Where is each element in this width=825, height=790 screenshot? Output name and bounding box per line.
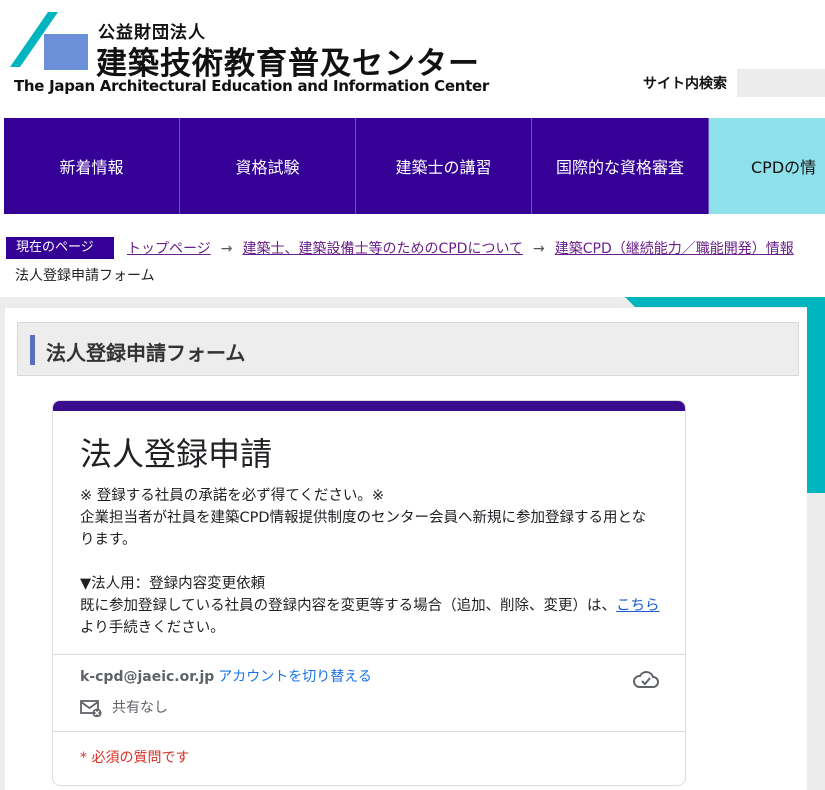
breadcrumb-trail: トップページ → 建築士、建築設備士等のためのCPDについて → 建築CPD（継続能力／… <box>127 238 794 258</box>
breadcrumb-current: 法人登録申請フォーム <box>15 268 155 284</box>
org-name-en: The Japan Architectural Education and In… <box>14 77 489 95</box>
breadcrumb-badge: 現在のページ <box>6 237 114 259</box>
breadcrumb-arrow-icon: → <box>533 241 545 257</box>
logo-mark[interactable] <box>10 12 88 72</box>
form-desc-line: ▼法人用：登録内容変更依頼 <box>80 576 266 592</box>
breadcrumb-link-cpd-info[interactable]: 建築CPD（継続能力／職能開発）情報 <box>555 241 794 257</box>
account-row: k-cpd@jaeic.or.jp アカウントを切り替える <box>80 666 372 686</box>
form-card: 法人登録申請 ※ 登録する社員の承諾を必ず得てください。※ 企業担当者が社員を建… <box>52 400 686 786</box>
form-desc-text: より手続きください。 <box>80 620 225 636</box>
form-desc-line: 既に参加登録している社員の登録内容を変更等する場合（追加、削除、変更）は、こちら… <box>80 595 660 639</box>
required-note: * 必須の質問です <box>80 750 190 766</box>
nav-item-architect-courses[interactable]: 建築士の講習 <box>356 118 532 214</box>
site-header: 公益財団法人 建築技術教育普及センター The Japan Architectu… <box>0 0 825 118</box>
breadcrumb-link-cpd-about[interactable]: 建築士、建築設備士等のためのCPDについて <box>242 241 523 257</box>
divider <box>53 654 685 655</box>
form-desc-line: 企業担当者が社員を建築CPD情報提供制度のセンター会員へ新規に参加登録する用とな… <box>80 510 647 548</box>
breadcrumb-link-top[interactable]: トップページ <box>127 241 211 257</box>
site-search-input[interactable] <box>737 69 825 97</box>
page-heading: 法人登録申請フォーム <box>17 322 799 376</box>
cloud-saved-icon[interactable] <box>633 669 659 691</box>
nav-item-news[interactable]: 新着情報 <box>4 118 180 214</box>
nav-item-international-review[interactable]: 国際的な資格審査 <box>532 118 709 214</box>
nav-item-exams[interactable]: 資格試験 <box>180 118 356 214</box>
form-title: 法人登録申請 <box>80 435 273 473</box>
global-nav: 新着情報 資格試験 建築士の講習 国際的な資格審査 CPDの情 <box>4 118 825 214</box>
switch-account-link[interactable]: アカウントを切り替える <box>218 669 372 685</box>
search-label: サイト内検索 <box>643 76 727 92</box>
page-title: 法人登録申請フォーム <box>46 341 246 365</box>
form-description: ※ 登録する社員の承諾を必ず得てください。※ 企業担当者が社員を建築CPD情報提… <box>80 485 660 639</box>
breadcrumb-arrow-icon: → <box>220 241 233 257</box>
breadcrumb: 現在のページ トップページ → 建築士、建築設備士等のためのCPDについて → 建築CP… <box>0 232 825 288</box>
heading-accent-bar <box>30 335 35 365</box>
form-desc-line: ※ 登録する社員の承諾を必ず得てください。※ <box>80 488 384 504</box>
form-desc-text: 既に参加登録している社員の登録内容を変更等する場合（追加、削除、変更）は、 <box>80 598 617 614</box>
share-status-row: 共有なし <box>80 697 168 717</box>
divider <box>53 731 685 732</box>
change-request-link[interactable]: こちら <box>616 598 660 614</box>
share-status: 共有なし <box>112 700 168 716</box>
form-card-accent <box>53 401 685 411</box>
mail-off-icon <box>80 700 102 717</box>
nav-item-cpd[interactable]: CPDの情 <box>709 118 825 214</box>
account-email: k-cpd@jaeic.or.jp <box>80 669 215 685</box>
